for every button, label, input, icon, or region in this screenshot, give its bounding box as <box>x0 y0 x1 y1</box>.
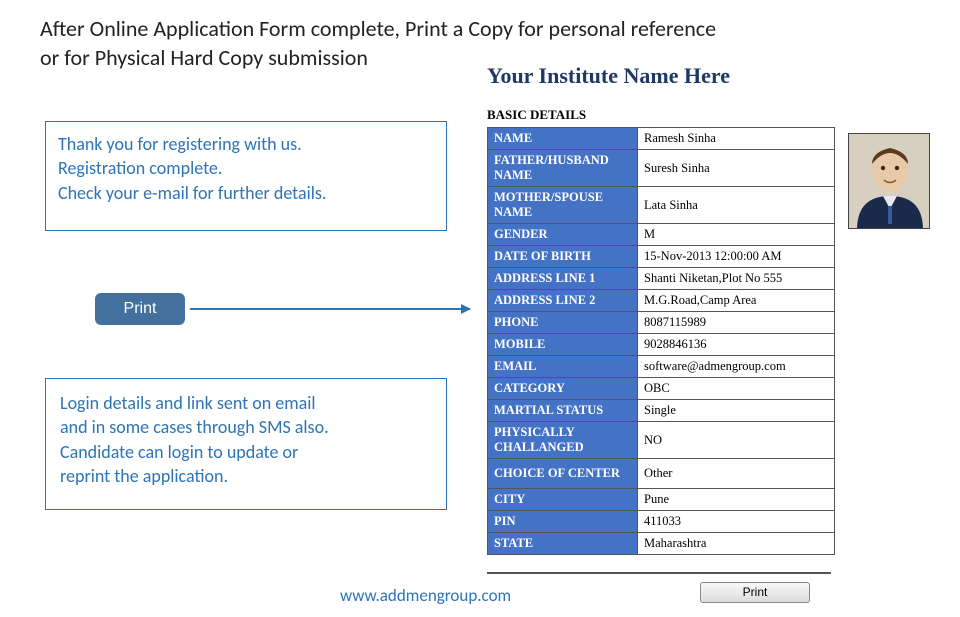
field-label: CATEGORY <box>488 378 638 400</box>
field-label: CHOICE OF CENTER <box>488 459 638 489</box>
table-row: MARTIAL STATUSSingle <box>488 400 835 422</box>
print-button-bottom[interactable]: Print <box>700 582 810 603</box>
thankyou-line2: Registration complete. <box>58 156 434 180</box>
print-button[interactable]: Print <box>95 293 185 325</box>
field-value: NO <box>638 422 835 459</box>
field-label: PHONE <box>488 312 638 334</box>
field-value: 9028846136 <box>638 334 835 356</box>
section-title: BASIC DETAILS <box>487 107 586 123</box>
arrow-icon <box>190 308 470 310</box>
field-label: STATE <box>488 533 638 555</box>
table-row: ADDRESS LINE 1Shanti Niketan,Plot No 555 <box>488 268 835 290</box>
field-label: PIN <box>488 511 638 533</box>
field-label: EMAIL <box>488 356 638 378</box>
field-value: Lata Sinha <box>638 187 835 224</box>
field-value: Maharashtra <box>638 533 835 555</box>
heading-line2: or for Physical Hard Copy submission <box>40 44 368 71</box>
field-value: Suresh Sinha <box>638 150 835 187</box>
table-row: CHOICE OF CENTEROther <box>488 459 835 489</box>
login-note-box: Login details and link sent on email and… <box>45 378 447 510</box>
field-value: Single <box>638 400 835 422</box>
table-row: MOTHER/SPOUSE NAMELata Sinha <box>488 187 835 224</box>
login-note-line1: Login details and link sent on email <box>60 391 432 415</box>
login-note-line2: and in some cases through SMS also. <box>60 415 432 439</box>
field-label: NAME <box>488 128 638 150</box>
field-value: software@admengroup.com <box>638 356 835 378</box>
field-value: OBC <box>638 378 835 400</box>
field-label: CITY <box>488 489 638 511</box>
table-row: PHONE8087115989 <box>488 312 835 334</box>
thankyou-line1: Thank you for registering with us. <box>58 132 434 156</box>
thankyou-message-box: Thank you for registering with us. Regis… <box>45 121 447 231</box>
field-value: 8087115989 <box>638 312 835 334</box>
table-row: NAMERamesh Sinha <box>488 128 835 150</box>
thankyou-line3: Check your e-mail for further details. <box>58 181 434 205</box>
site-url: www.addmengroup.com <box>340 585 511 606</box>
field-value: Pune <box>638 489 835 511</box>
table-row: CATEGORYOBC <box>488 378 835 400</box>
heading-line1: After Online Application Form complete, … <box>40 15 716 42</box>
field-label: MARTIAL STATUS <box>488 400 638 422</box>
field-label: MOBILE <box>488 334 638 356</box>
field-value: Ramesh Sinha <box>638 128 835 150</box>
login-note-line3: Candidate can login to update or <box>60 440 432 464</box>
table-row: EMAILsoftware@admengroup.com <box>488 356 835 378</box>
table-row: STATEMaharashtra <box>488 533 835 555</box>
field-value: 411033 <box>638 511 835 533</box>
table-row: MOBILE9028846136 <box>488 334 835 356</box>
basic-details-table: NAMERamesh Sinha FATHER/HUSBAND NAMESure… <box>487 127 835 555</box>
table-row: PHYSICALLY CHALLANGEDNO <box>488 422 835 459</box>
table-row: GENDERM <box>488 224 835 246</box>
table-row: PIN411033 <box>488 511 835 533</box>
field-value: Shanti Niketan,Plot No 555 <box>638 268 835 290</box>
field-label: FATHER/HUSBAND NAME <box>488 150 638 187</box>
applicant-photo <box>848 133 930 229</box>
field-value: M <box>638 224 835 246</box>
field-label: GENDER <box>488 224 638 246</box>
table-row: DATE OF BIRTH15-Nov-2013 12:00:00 AM <box>488 246 835 268</box>
table-row: CITYPune <box>488 489 835 511</box>
field-value: M.G.Road,Camp Area <box>638 290 835 312</box>
field-label: DATE OF BIRTH <box>488 246 638 268</box>
divider <box>487 572 831 574</box>
field-label: ADDRESS LINE 2 <box>488 290 638 312</box>
institute-title: Your Institute Name Here <box>487 63 730 89</box>
login-note-line4: reprint the application. <box>60 464 432 488</box>
field-label: MOTHER/SPOUSE NAME <box>488 187 638 224</box>
field-value: Other <box>638 459 835 489</box>
field-label: PHYSICALLY CHALLANGED <box>488 422 638 459</box>
table-row: ADDRESS LINE 2M.G.Road,Camp Area <box>488 290 835 312</box>
field-value: 15-Nov-2013 12:00:00 AM <box>638 246 835 268</box>
field-label: ADDRESS LINE 1 <box>488 268 638 290</box>
table-row: FATHER/HUSBAND NAMESuresh Sinha <box>488 150 835 187</box>
